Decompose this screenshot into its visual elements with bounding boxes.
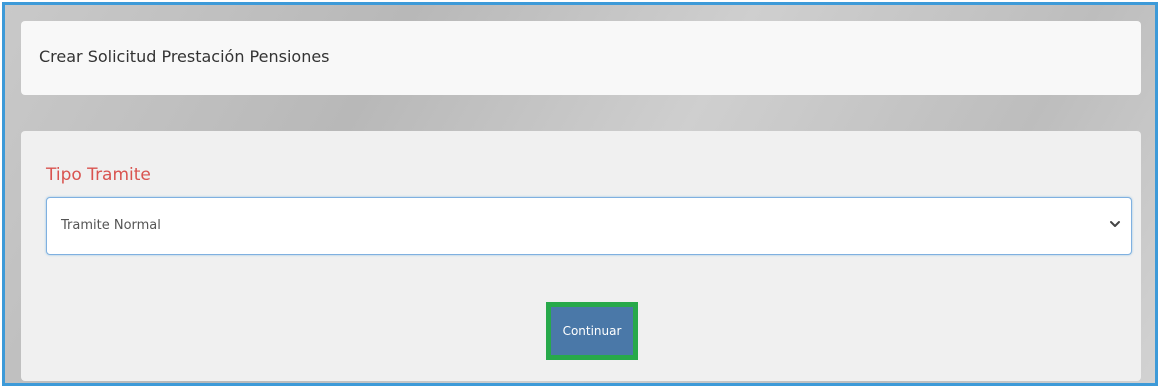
page-title: Crear Solicitud Prestación Pensiones: [39, 47, 330, 66]
chevron-down-icon: [1110, 221, 1120, 227]
screenshot-frame: Crear Solicitud Prestación Pensiones Tip…: [2, 2, 1158, 386]
continuar-button[interactable]: Continuar: [551, 307, 633, 355]
select-value: Tramite Normal: [61, 218, 161, 233]
tipo-tramite-label: Tipo Tramite: [46, 165, 151, 185]
highlight-box: Continuar: [546, 302, 638, 360]
header-card: Crear Solicitud Prestación Pensiones: [21, 21, 1141, 95]
tipo-tramite-select[interactable]: Tramite Normal: [46, 197, 1132, 255]
form-card: Tipo Tramite Tramite Normal Continuar: [21, 131, 1141, 381]
